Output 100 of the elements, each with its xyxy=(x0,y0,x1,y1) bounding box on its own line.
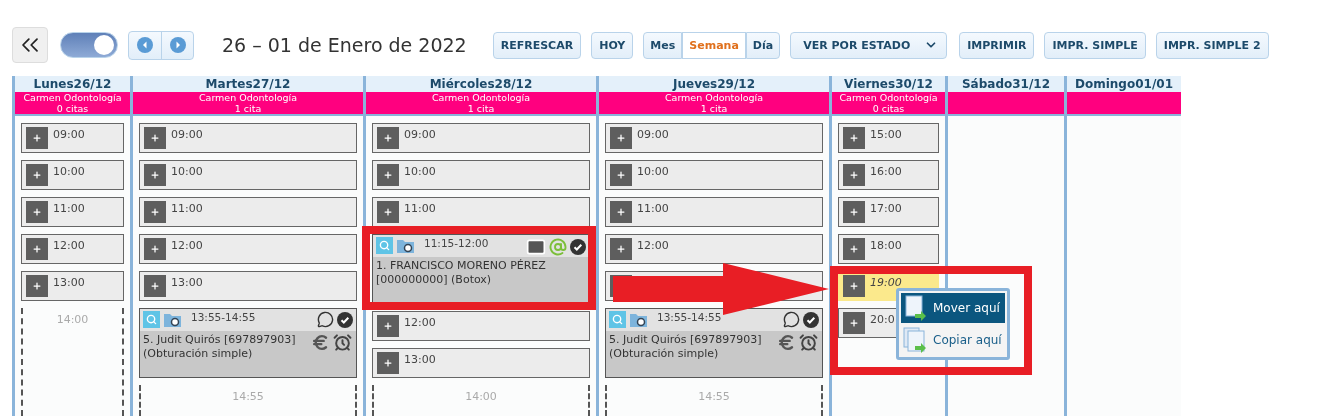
view-tab[interactable]: Día xyxy=(745,31,781,59)
appointment-card[interactable]: 13:55-14:55 5. Judit Quirós [697897903] (Obturación simple) xyxy=(139,308,357,378)
time-slot[interactable]: 13:00 xyxy=(139,271,357,301)
time-slot[interactable]: 11:00 xyxy=(21,197,124,227)
print-button[interactable]: IMPRIMIR xyxy=(959,31,1035,59)
appointment-card[interactable]: 11:15-12:00 1. FRANCISCO MORENO PÉREZ [000000000] (Botox) xyxy=(372,234,590,304)
refresh-button[interactable]: REFRESCAR xyxy=(492,31,582,59)
folder-icon[interactable] xyxy=(163,311,182,328)
time-slot[interactable]: 18:00 xyxy=(838,234,939,264)
add-button[interactable] xyxy=(610,201,632,223)
folder-icon[interactable] xyxy=(629,311,648,328)
time-slot[interactable]: 15:00 xyxy=(838,123,939,153)
add-button[interactable] xyxy=(610,164,632,186)
add-button[interactable] xyxy=(377,127,399,149)
plus-icon xyxy=(383,170,393,180)
day-header: Miércoles28/12 xyxy=(366,76,596,92)
time-slot[interactable]: 11:00 xyxy=(139,197,357,227)
add-button[interactable] xyxy=(26,127,48,149)
day-header: Jueves29/12 xyxy=(599,76,829,92)
time-slot[interactable]: 10:00 xyxy=(605,160,823,190)
plus-icon xyxy=(150,281,160,291)
add-button[interactable] xyxy=(26,201,48,223)
slot-time: 13:00 xyxy=(404,353,436,366)
add-button[interactable] xyxy=(843,164,865,186)
add-button[interactable] xyxy=(26,275,48,297)
day-header: Sábado31/12 xyxy=(948,76,1064,92)
appointment-time: 13:55-14:55 xyxy=(657,311,722,323)
appointment-card[interactable]: 13:55-14:55 5. Judit Quirós [697897903] (Obturación simple) xyxy=(605,308,823,378)
plus-icon xyxy=(32,170,42,180)
slot-time: 13:00 xyxy=(171,276,203,289)
add-button[interactable] xyxy=(377,352,399,374)
add-button[interactable] xyxy=(144,275,166,297)
folder-icon[interactable] xyxy=(396,237,415,254)
add-button[interactable] xyxy=(843,201,865,223)
plus-icon xyxy=(616,133,626,143)
menu-item[interactable]: Mover aquí xyxy=(901,293,1005,323)
add-button[interactable] xyxy=(843,312,865,334)
add-button[interactable] xyxy=(843,238,865,260)
date-range-title: 26 – 01 de Enero de 2022 xyxy=(222,34,467,56)
add-button[interactable] xyxy=(144,127,166,149)
time-slot[interactable]: 10:00 xyxy=(139,160,357,190)
time-slot[interactable]: 12:00 xyxy=(372,311,590,341)
time-slot[interactable]: 17:00 xyxy=(838,197,939,227)
slot-time: 11:00 xyxy=(637,202,669,215)
appointment-count: 0 citas xyxy=(56,103,89,114)
appointment-text: 5. Judit Quirós [697897903] (Obturación simple) xyxy=(143,333,297,361)
add-button[interactable] xyxy=(26,238,48,260)
slot-time: 19:00 xyxy=(870,276,902,289)
time-slot[interactable]: 09:00 xyxy=(139,123,357,153)
time-slot[interactable]: 13:00 xyxy=(21,271,124,301)
add-button[interactable] xyxy=(843,127,865,149)
time-slot[interactable]: 13:00 xyxy=(372,348,590,378)
print-button[interactable]: IMPR. SIMPLE 2 xyxy=(1155,31,1269,59)
status-filter-select[interactable]: VER POR ESTADO xyxy=(790,31,948,59)
appointment-text: 5. Judit Quirós [697897903] (Obturación simple) xyxy=(609,333,763,361)
add-button[interactable] xyxy=(377,201,399,223)
time-slot[interactable]: 16:00 xyxy=(838,160,939,190)
add-button[interactable] xyxy=(610,238,632,260)
print-button[interactable]: IMPR. SIMPLE xyxy=(1044,31,1146,59)
today-button[interactable]: HOY xyxy=(591,31,634,59)
slot-time: 10:00 xyxy=(637,165,669,178)
appointment-count: 0 citas xyxy=(872,103,905,114)
end-time: 14:55 xyxy=(232,390,264,403)
add-button[interactable] xyxy=(610,127,632,149)
plus-icon xyxy=(150,244,160,254)
resource-name: Carmen Odontología xyxy=(431,92,531,103)
plus-icon xyxy=(32,281,42,291)
slot-time: 15:00 xyxy=(870,128,902,141)
time-slot[interactable]: 09:00 xyxy=(21,123,124,153)
resource-name: Carmen Odontología xyxy=(198,92,298,103)
slot-time: 12:00 xyxy=(171,239,203,252)
slot-time: 16:00 xyxy=(870,165,902,178)
add-button[interactable] xyxy=(144,201,166,223)
add-button[interactable] xyxy=(377,164,399,186)
time-slot[interactable]: 12:00 xyxy=(21,234,124,264)
add-button[interactable] xyxy=(26,164,48,186)
slot-time: 10:00 xyxy=(171,165,203,178)
add-button[interactable] xyxy=(144,238,166,260)
time-slot[interactable]: 11:00 xyxy=(605,197,823,227)
slot-time: 12:00 xyxy=(637,239,669,252)
toggle-switch[interactable] xyxy=(60,32,118,58)
plus-icon xyxy=(849,244,859,254)
add-button[interactable] xyxy=(377,315,399,337)
view-tab[interactable]: Mes xyxy=(643,31,683,59)
plus-icon xyxy=(616,244,626,254)
time-slot[interactable]: 11:00 xyxy=(372,197,590,227)
add-button[interactable] xyxy=(144,164,166,186)
add-button[interactable] xyxy=(843,275,865,297)
collapse-button[interactable] xyxy=(12,27,48,63)
time-slot[interactable]: 09:00 xyxy=(605,123,823,153)
time-slot[interactable]: 12:00 xyxy=(139,234,357,264)
time-slot[interactable]: 10:00 xyxy=(372,160,590,190)
time-slot[interactable]: 09:00 xyxy=(372,123,590,153)
slot-time: 12:00 xyxy=(53,239,85,252)
plus-icon xyxy=(32,133,42,143)
time-slot[interactable]: 12:00 xyxy=(605,234,823,264)
plus-icon xyxy=(616,207,626,217)
plus-icon xyxy=(849,170,859,180)
time-slot[interactable]: 10:00 xyxy=(21,160,124,190)
plus-icon xyxy=(150,133,160,143)
